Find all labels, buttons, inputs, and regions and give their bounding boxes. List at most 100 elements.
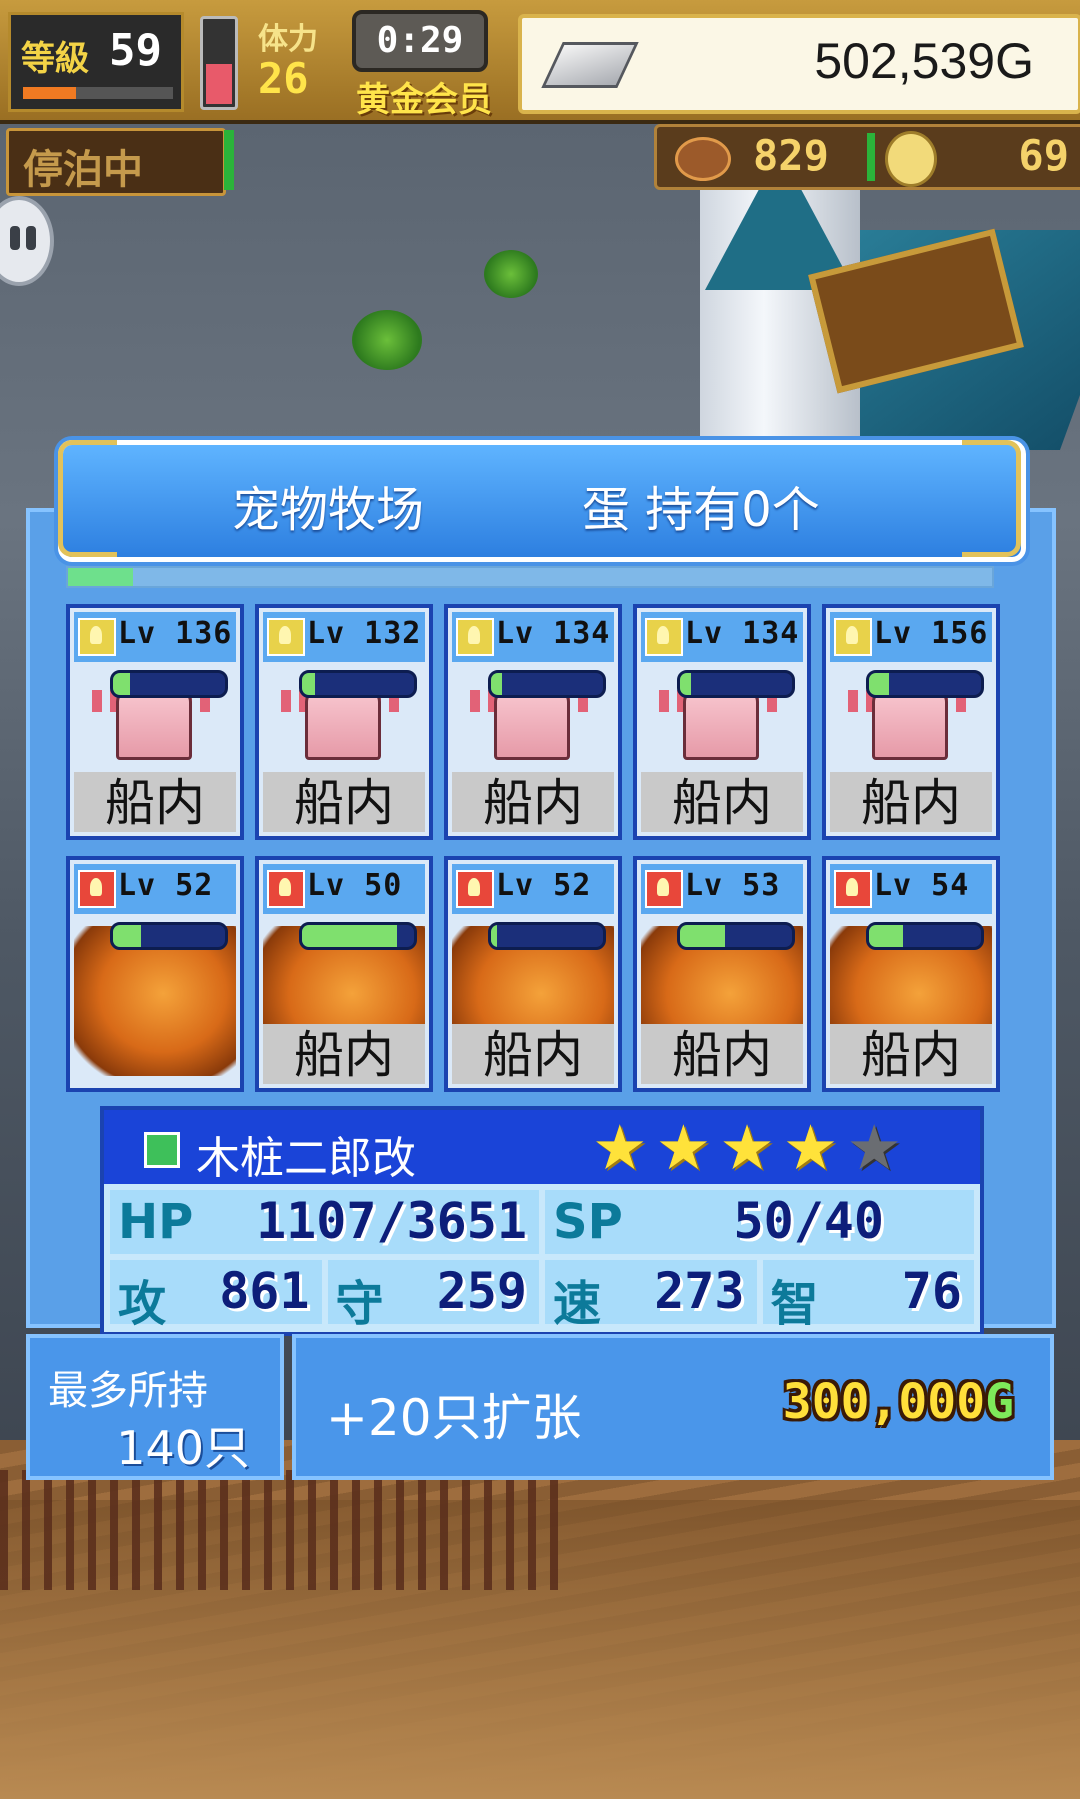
star-rating: ★ ★ ★ ★ ★ [592, 1111, 902, 1184]
top-hud: 等級 59 体力 26 0:29 黄金会员 502,539G [0, 0, 1080, 124]
timer-display: 0:29 [352, 10, 488, 72]
speed-value: 273 [654, 1262, 745, 1320]
pet-card[interactable]: Lv 54 船内 [822, 856, 1000, 1092]
axolotl-sprite [116, 688, 192, 760]
pet-card[interactable]: Lv 156 船内 [822, 604, 1000, 840]
scroll-progress[interactable] [66, 566, 994, 588]
expand-price-amount: 300,000 [782, 1374, 986, 1430]
fire-element-icon [267, 870, 305, 908]
axolotl-sprite [305, 688, 381, 760]
hp-value: 1107/3651 [256, 1192, 527, 1250]
expand-capacity-button[interactable]: +20只扩张 300,000G [292, 1334, 1054, 1480]
hp-label: HP [118, 1194, 194, 1250]
pet-card-header: Lv 132 [263, 612, 425, 662]
pet-hp-bar-fill [113, 673, 130, 695]
expand-label: +20只扩张 [326, 1389, 582, 1447]
panel-corner-ornament [962, 498, 1021, 557]
thunder-element-icon [834, 618, 872, 656]
pet-card-header: Lv 53 [641, 864, 803, 914]
pet-level: Lv 132 [307, 616, 422, 651]
fire-element-icon [834, 870, 872, 908]
stat-row-hp-sp: HP 1107/3651 SP 50/40 [110, 1190, 974, 1254]
pet-card-header: Lv 50 [263, 864, 425, 914]
exp-bar [23, 87, 173, 99]
expand-price-unit: G [985, 1374, 1014, 1430]
pet-level: Lv 53 [685, 868, 781, 903]
defense-value: 259 [436, 1262, 527, 1320]
food-amount: 829 [753, 131, 829, 180]
pause-icon [10, 226, 20, 250]
pet-location: 船内 [641, 1024, 803, 1084]
pet-hp-bar [677, 922, 795, 950]
level-value: 59 [109, 25, 162, 76]
pet-hp-bar [677, 670, 795, 698]
dock-status-label: 停泊中 [23, 147, 143, 193]
pet-info-header: 木桩二郎改 ★ ★ ★ ★ ★ [104, 1110, 980, 1184]
axolotl-sprite [683, 688, 759, 760]
pet-card[interactable]: Lv 52 船内 [444, 856, 622, 1092]
star-empty-icon: ★ [846, 1111, 902, 1184]
thunder-element-icon [456, 618, 494, 656]
capacity-box: 最多所持 140只 [26, 1334, 284, 1480]
pet-location: 船内 [452, 772, 614, 832]
scroll-progress-fill [68, 568, 133, 586]
membership-badge[interactable]: 黄金会员 [356, 72, 492, 121]
stamina-gauge-fill [206, 64, 232, 104]
panel-corner-ornament [58, 440, 117, 499]
capacity-value: 140只 [116, 1421, 250, 1475]
pet-card[interactable]: Lv 50 船内 [255, 856, 433, 1092]
speed-stat: 速 273 [545, 1260, 757, 1332]
pet-level: Lv 156 [874, 616, 989, 651]
pet-card[interactable]: Lv 136 船内 [66, 604, 244, 840]
panel-title: 宠物牧场 [232, 482, 425, 538]
stamina-gauge [200, 16, 238, 110]
pet-card[interactable]: Lv 134 船内 [444, 604, 622, 840]
pet-card-header: Lv 134 [452, 612, 614, 662]
level-label: 等級 [21, 39, 89, 79]
pet-level: Lv 134 [685, 616, 800, 651]
panel-corner-ornament [58, 498, 117, 557]
pet-hp-bar [488, 922, 606, 950]
pet-hp-bar-fill [302, 925, 398, 947]
pet-hp-bar [488, 670, 606, 698]
pet-location: 船内 [74, 772, 236, 832]
pet-card[interactable]: Lv 52 [66, 856, 244, 1092]
gold-display[interactable]: 502,539G [518, 14, 1080, 114]
pet-card-header: Lv 52 [452, 864, 614, 914]
pet-level: Lv 52 [496, 868, 592, 903]
fire-element-icon [78, 870, 116, 908]
dock-indicator [224, 130, 234, 190]
pet-location: 船内 [452, 1024, 614, 1084]
pet-level: Lv 52 [118, 868, 214, 903]
pet-hp-bar-fill [680, 925, 725, 947]
food-icon [675, 137, 731, 181]
pet-location: 船内 [263, 1024, 425, 1084]
star-filled-icon: ★ [782, 1111, 839, 1184]
silver-ingot-icon [541, 42, 639, 88]
resource-divider [867, 133, 875, 181]
intelligence-stat: 智 76 [762, 1260, 974, 1332]
plant-sprite [484, 250, 538, 298]
pet-card[interactable]: Lv 53 船内 [633, 856, 811, 1092]
pet-hp-bar [866, 670, 984, 698]
pet-level: Lv 50 [307, 868, 403, 903]
level-box[interactable]: 等級 59 [8, 12, 184, 112]
expand-price: 300,000G [783, 1374, 1014, 1430]
panel-corner-ornament [962, 440, 1021, 499]
pet-card[interactable]: Lv 132 船内 [255, 604, 433, 840]
dock-status-badge[interactable]: 停泊中 [6, 128, 226, 196]
axolotl-sprite [872, 688, 948, 760]
stamina-label: 体力 [258, 22, 318, 57]
speed-label: 速 [553, 1276, 602, 1332]
sp-value: 50/40 [733, 1192, 884, 1250]
pet-hp-bar-fill [491, 673, 503, 695]
pet-card[interactable]: Lv 134 船内 [633, 604, 811, 840]
pet-info-panel: 木桩二郎改 ★ ★ ★ ★ ★ HP 1107/3651 SP 50/40 攻 861 … [100, 1106, 984, 1336]
egg-count: 蛋 持有0个 [582, 482, 820, 538]
star-filled-icon: ★ [592, 1111, 648, 1184]
pet-name: 木桩二郎改 [196, 1133, 416, 1184]
axolotl-sprite [494, 688, 570, 760]
intelligence-label: 智 [770, 1276, 819, 1332]
stamina-value: 26 [258, 54, 309, 103]
medal-icon [885, 131, 937, 187]
